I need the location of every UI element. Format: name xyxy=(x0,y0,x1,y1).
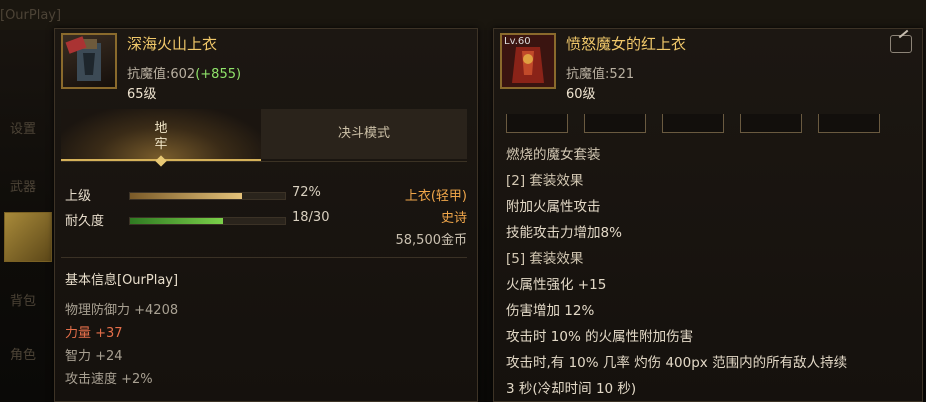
item-title: 深海火山上衣 xyxy=(127,35,218,53)
set-effect-line: 攻击时,有 10% 几率 灼伤 400px 范围内的所有敌人持续 xyxy=(506,355,848,371)
set-slot[interactable] xyxy=(740,114,802,133)
tab-dungeon-label: 地 牢 xyxy=(154,121,168,152)
item-title: 愤怒魔女的红上衣 xyxy=(566,35,687,53)
upgrade-bar-fill xyxy=(130,193,242,199)
background-item-slot xyxy=(4,212,52,262)
durability-label: 耐久度 xyxy=(65,214,105,229)
background-side-label: 设置 xyxy=(10,122,37,137)
durability-bar xyxy=(129,217,286,225)
background-tab-label: [OurPlay] xyxy=(0,8,62,23)
divider xyxy=(61,257,467,258)
durability-progress: 耐久度 18/30 xyxy=(65,210,335,230)
set-slot[interactable] xyxy=(584,114,646,133)
background-side-label: 武器 xyxy=(10,180,37,195)
item-level: 60级 xyxy=(566,87,596,102)
upgrade-progress: 上级 72% xyxy=(65,185,335,205)
basic-info-title: 基本信息[OurPlay] xyxy=(65,273,179,288)
background-side-label: 背包 xyxy=(10,294,37,309)
set-effect-line: 技能攻击力增加8% xyxy=(506,225,622,241)
stat-line: 攻击速度 +2% xyxy=(65,372,153,387)
upgrade-label: 上级 xyxy=(65,189,92,204)
tab-dungeon[interactable]: 地 牢 xyxy=(61,109,261,167)
magic-resist-stat: 抗魔值:521 xyxy=(566,67,635,82)
equipped-item-tooltip: 深海火山上衣 抗魔值:602(+855) 65级 地 牢 决斗模式 上级 72%… xyxy=(54,28,478,402)
set-slot[interactable] xyxy=(506,114,568,133)
set-name: 燃烧的魔女套装 xyxy=(506,147,601,163)
stat-line: 物理防御力 +4208 xyxy=(65,303,179,318)
durability-value: 18/30 xyxy=(292,210,330,225)
icon-level-label: Lv.60 xyxy=(504,36,531,47)
top-bar xyxy=(0,0,926,30)
set-slot[interactable] xyxy=(662,114,724,133)
stat-line: 力量 +37 xyxy=(65,326,123,341)
magic-resist-bonus: (+855) xyxy=(195,67,242,82)
item-type: 上衣(轻甲) xyxy=(404,189,467,204)
witch-armor-icon: Lv.60 xyxy=(500,33,556,89)
set-effect-line: 攻击时 10% 的火属性附加伤害 xyxy=(506,329,694,345)
item-rarity: 史诗 xyxy=(440,211,467,226)
set-effect-line: 附加火属性攻击 xyxy=(506,199,601,215)
upgrade-value: 72% xyxy=(292,185,321,200)
set-effect-header: [2] 套装效果 xyxy=(506,173,584,189)
item-price: 58,500金币 xyxy=(395,233,468,248)
upgrade-bar xyxy=(129,192,286,200)
mode-tabs: 地 牢 决斗模式 xyxy=(61,109,467,167)
set-item-slots xyxy=(502,114,912,134)
set-effect-line: 火属性强化 +15 xyxy=(506,277,607,293)
armor-icon xyxy=(61,33,117,89)
set-effect-line: 伤害增加 12% xyxy=(506,303,595,319)
durability-bar-fill xyxy=(130,218,223,224)
magic-resist-value: 抗魔值:602 xyxy=(127,67,196,82)
set-effect-line: 3 秒(冷却时间 10 秒) xyxy=(506,381,637,397)
tab-pvp[interactable]: 决斗模式 xyxy=(261,109,467,159)
set-effect-header: [5] 套装效果 xyxy=(506,251,584,267)
compare-item-tooltip: Lv.60 愤怒魔女的红上衣 抗魔值:521 60级 燃烧的魔女套装 [2] 套… xyxy=(493,28,923,402)
set-slot[interactable] xyxy=(818,114,880,133)
item-level: 65级 xyxy=(127,87,157,102)
tab-indicator-icon xyxy=(155,155,167,167)
magic-resist-stat: 抗魔值:602(+855) xyxy=(127,63,241,82)
stat-line: 智力 +24 xyxy=(65,349,123,364)
expand-icon[interactable] xyxy=(890,35,912,53)
background-side-label: 角色 xyxy=(10,348,37,363)
